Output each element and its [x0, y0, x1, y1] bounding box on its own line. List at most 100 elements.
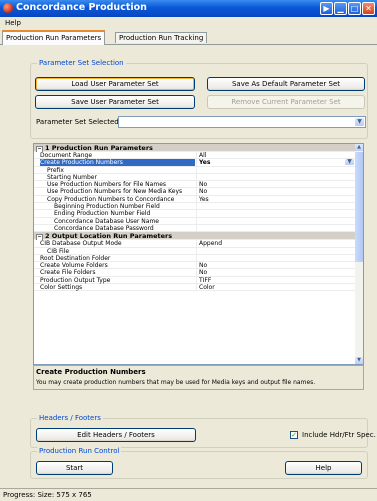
property-name: Use Production Numbers for File Names: [47, 181, 167, 189]
property-name: Root Destination Folder: [40, 254, 111, 262]
property-name: Beginning Production Number Field: [54, 203, 160, 211]
menu-help[interactable]: Help: [5, 19, 21, 27]
property-name: Document Range: [40, 152, 93, 159]
property-value[interactable]: No: [196, 188, 355, 196]
property-category-name: −2 Output Location Run Parameters: [34, 232, 334, 241]
property-name: Copy Production Numbers to Concordance: [47, 195, 175, 203]
property-category-label: 1 Production Run Parameters: [45, 144, 153, 152]
start-button[interactable]: Start: [36, 461, 113, 475]
parameter-set-select[interactable]: ▼: [118, 116, 366, 128]
property-row[interactable]: Concordance Database User Name: [34, 217, 355, 225]
scroll-down-icon[interactable]: ▼: [355, 357, 363, 364]
play-icon[interactable]: ▶: [320, 2, 333, 15]
menu-bar: Help: [0, 17, 377, 29]
property-category-label: 2 Output Location Run Parameters: [45, 232, 173, 241]
property-value[interactable]: [196, 203, 355, 211]
property-value[interactable]: Append: [196, 240, 355, 248]
include-hdr-ftr-checkbox[interactable]: ✓: [290, 431, 298, 439]
property-row[interactable]: Copy Production Numbers to Concordance Ye…: [34, 195, 355, 204]
property-name: Prefix: [47, 166, 64, 174]
property-row[interactable]: Create Volume Folders No: [34, 262, 355, 270]
property-value[interactable]: [196, 210, 355, 218]
tab-production-run-parameters[interactable]: Production Run Parameters: [2, 30, 106, 45]
property-value[interactable]: [196, 224, 355, 232]
property-row[interactable]: Color Settings Color: [34, 284, 355, 292]
property-value[interactable]: [196, 254, 355, 262]
property-value[interactable]: Yes: [196, 195, 355, 203]
parameter-set-legend: Parameter Set Selection: [37, 59, 126, 67]
property-row[interactable]: Starting Number: [34, 173, 355, 182]
tab-production-run-tracking[interactable]: Production Run Tracking: [115, 32, 208, 43]
tab-bar: Production Run Parameters Production Run…: [0, 29, 377, 45]
property-value[interactable]: Yes ▼: [196, 159, 355, 167]
property-name: Concordance Database Password: [54, 224, 154, 232]
load-user-parameter-set-button[interactable]: Load User Parameter Set: [35, 77, 195, 91]
property-row[interactable]: Create File Folders No: [34, 269, 355, 277]
property-grid[interactable]: −1 Production Run Parameters Document Ran…: [33, 143, 364, 365]
save-default-parameter-set-button[interactable]: Save As Default Parameter Set: [207, 77, 365, 91]
property-value[interactable]: [196, 166, 355, 174]
property-row[interactable]: Use Production Numbers for New Media Key…: [34, 188, 355, 196]
property-name: Use Production Numbers for New Media Key…: [47, 188, 183, 196]
chevron-down-icon[interactable]: ▼: [345, 159, 354, 166]
property-value[interactable]: [196, 173, 355, 181]
property-row[interactable]: CIB File: [34, 247, 355, 255]
property-category-name: −1 Production Run Parameters: [34, 144, 334, 152]
edit-headers-footers-button[interactable]: Edit Headers / Footers: [36, 428, 196, 442]
property-name: Color Settings: [40, 284, 83, 292]
property-grid-body: −1 Production Run Parameters Document Ran…: [34, 144, 355, 292]
property-row[interactable]: Beginning Production Number Field: [34, 203, 355, 211]
status-bar: Progress: Size: 575 x 765: [0, 488, 377, 501]
property-row[interactable]: Prefix: [34, 166, 355, 174]
property-description-title: Create Production Numbers: [36, 368, 146, 376]
property-row[interactable]: Use Production Numbers for File Names No: [34, 181, 355, 189]
property-name: Concordance Database User Name: [54, 217, 159, 225]
close-button[interactable]: ✕: [362, 2, 375, 15]
property-value[interactable]: TIFF: [196, 276, 355, 284]
property-row[interactable]: Document Range All: [34, 152, 355, 160]
status-text: Progress: Size: 575 x 765: [3, 491, 92, 499]
property-category-row[interactable]: −1 Production Run Parameters: [34, 144, 355, 152]
property-value[interactable]: [196, 247, 355, 255]
minimize-button[interactable]: ▁: [334, 2, 347, 15]
property-row[interactable]: Create Production Numbers Yes ▼: [34, 159, 355, 167]
property-description-text: You may create production numbers that m…: [36, 379, 316, 386]
production-run-control-legend: Production Run Control: [37, 447, 122, 455]
property-name: Create Volume Folders: [40, 262, 108, 270]
property-value[interactable]: Color: [196, 284, 355, 292]
headers-footers-legend: Headers / Footers: [37, 414, 103, 422]
property-row[interactable]: Concordance Database Password: [34, 224, 355, 233]
property-name: CIB Database Output Mode: [40, 240, 122, 248]
save-user-parameter-set-button[interactable]: Save User Parameter Set: [35, 95, 195, 109]
scroll-thumb[interactable]: [355, 152, 363, 262]
window-title: Concordance Production: [16, 2, 147, 13]
property-grid-scrollbar[interactable]: ▲ ▼: [355, 144, 363, 364]
property-description-panel: Create Production Numbers You may create…: [33, 365, 364, 390]
property-name: Starting Number: [47, 173, 97, 181]
property-value[interactable]: [196, 217, 355, 225]
property-name: CIB File: [47, 247, 70, 255]
include-hdr-ftr-label: Include Hdr/Ftr Spec.: [302, 431, 376, 439]
property-value[interactable]: No: [196, 269, 355, 277]
window-title-bar[interactable]: Concordance Production ▶ ▁ □ ✕: [0, 0, 377, 17]
scroll-up-icon[interactable]: ▲: [355, 144, 363, 151]
property-value[interactable]: All: [196, 152, 355, 159]
property-value[interactable]: No: [196, 262, 355, 270]
property-category-row[interactable]: −2 Output Location Run Parameters: [34, 232, 355, 241]
maximize-button[interactable]: □: [348, 2, 361, 15]
property-row[interactable]: Ending Production Number Field: [34, 210, 355, 218]
parameter-set-selected-label: Parameter Set Selected:: [36, 118, 122, 126]
property-value[interactable]: No: [196, 181, 355, 189]
property-name: Create Production Numbers: [40, 159, 195, 167]
chevron-down-icon[interactable]: ▼: [355, 118, 364, 126]
production-app-icon: [3, 3, 13, 13]
checkmark-icon: ✓: [291, 431, 297, 439]
help-button[interactable]: Help: [285, 461, 362, 475]
property-name: Production Output Type: [40, 276, 111, 284]
property-row[interactable]: Production Output Type TIFF: [34, 276, 355, 285]
remove-parameter-set-button[interactable]: Remove Current Parameter Set: [207, 95, 365, 109]
property-name: Ending Production Number Field: [54, 210, 151, 218]
property-name: Create File Folders: [40, 269, 96, 277]
property-row[interactable]: CIB Database Output Mode Append: [34, 240, 355, 248]
property-row[interactable]: Root Destination Folder: [34, 254, 355, 263]
